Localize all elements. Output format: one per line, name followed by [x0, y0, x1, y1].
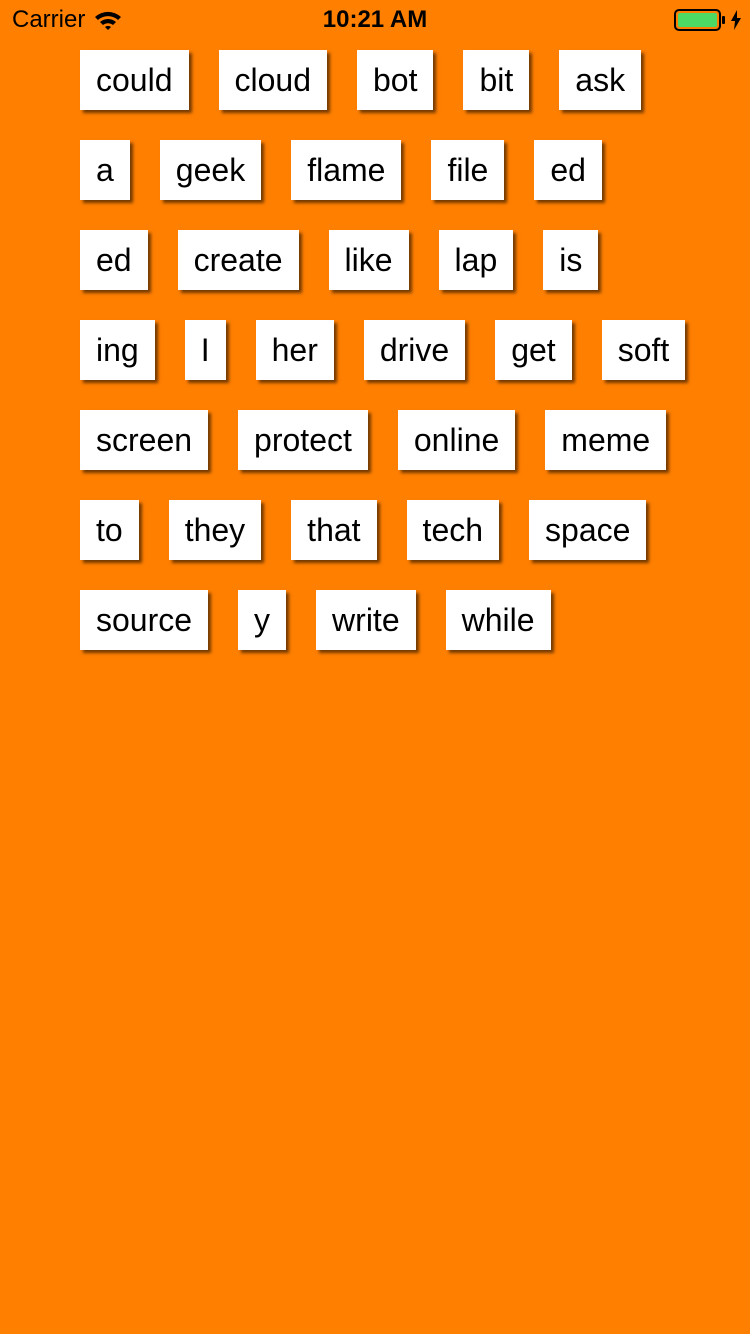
word-tile[interactable]: tech — [406, 500, 500, 560]
word-tile[interactable]: that — [291, 500, 377, 560]
word-tile[interactable]: they — [168, 500, 262, 560]
word-row: a geek flame file ed — [80, 140, 720, 200]
word-tile[interactable]: is — [543, 230, 599, 290]
word-tile[interactable]: her — [255, 320, 334, 380]
word-row: ing Iher drive get soft — [80, 320, 720, 380]
word-tile[interactable]: bot — [357, 50, 434, 110]
word-tile[interactable]: y — [238, 590, 287, 650]
word-tile[interactable]: like — [328, 230, 409, 290]
word-tile[interactable]: write — [316, 590, 416, 650]
word-tile[interactable]: flame — [291, 140, 402, 200]
word-tile[interactable]: source — [80, 590, 209, 650]
word-tile[interactable]: while — [445, 590, 551, 650]
word-tile[interactable]: online — [397, 410, 516, 470]
status-bar: Carrier 10:21 AM — [0, 0, 750, 40]
word-tile[interactable]: get — [495, 320, 572, 380]
word-tile[interactable]: screen — [80, 410, 209, 470]
word-tile[interactable]: ed — [80, 230, 148, 290]
word-row: to they that tech space — [80, 500, 720, 560]
word-tile[interactable]: drive — [363, 320, 466, 380]
word-tile[interactable]: meme — [545, 410, 667, 470]
clock: 10:21 AM — [322, 6, 428, 33]
word-tile[interactable]: create — [177, 230, 299, 290]
word-tile[interactable]: cloud — [218, 50, 327, 110]
word-tile[interactable]: protect — [238, 410, 368, 470]
word-tile[interactable]: I — [184, 320, 226, 380]
word-row: ed create like lap is — [80, 230, 720, 290]
word-tile[interactable]: bit — [463, 50, 530, 110]
battery-charging-icon — [674, 9, 725, 31]
word-tile[interactable]: ing — [80, 320, 155, 380]
word-tile[interactable]: could — [80, 50, 189, 110]
bolt-icon — [731, 10, 741, 30]
word-tile[interactable]: geek — [159, 140, 262, 200]
word-tile[interactable]: lap — [438, 230, 514, 290]
word-tile[interactable]: ed — [534, 140, 602, 200]
word-tile[interactable]: ask — [559, 50, 642, 110]
word-tile[interactable]: soft — [601, 320, 686, 380]
word-row: could cloud bot bit ask — [80, 50, 720, 110]
battery-group — [674, 8, 742, 32]
word-row: source y write while — [80, 590, 720, 650]
word-tile[interactable]: to — [80, 500, 139, 560]
word-row: screen protect online meme — [80, 410, 720, 470]
word-tile[interactable]: a — [80, 140, 130, 200]
word-board: could cloud bot bit ask a geek flame file ed ed cre… — [80, 50, 720, 680]
word-tile[interactable]: space — [529, 500, 647, 560]
word-tile[interactable]: file — [431, 140, 505, 200]
